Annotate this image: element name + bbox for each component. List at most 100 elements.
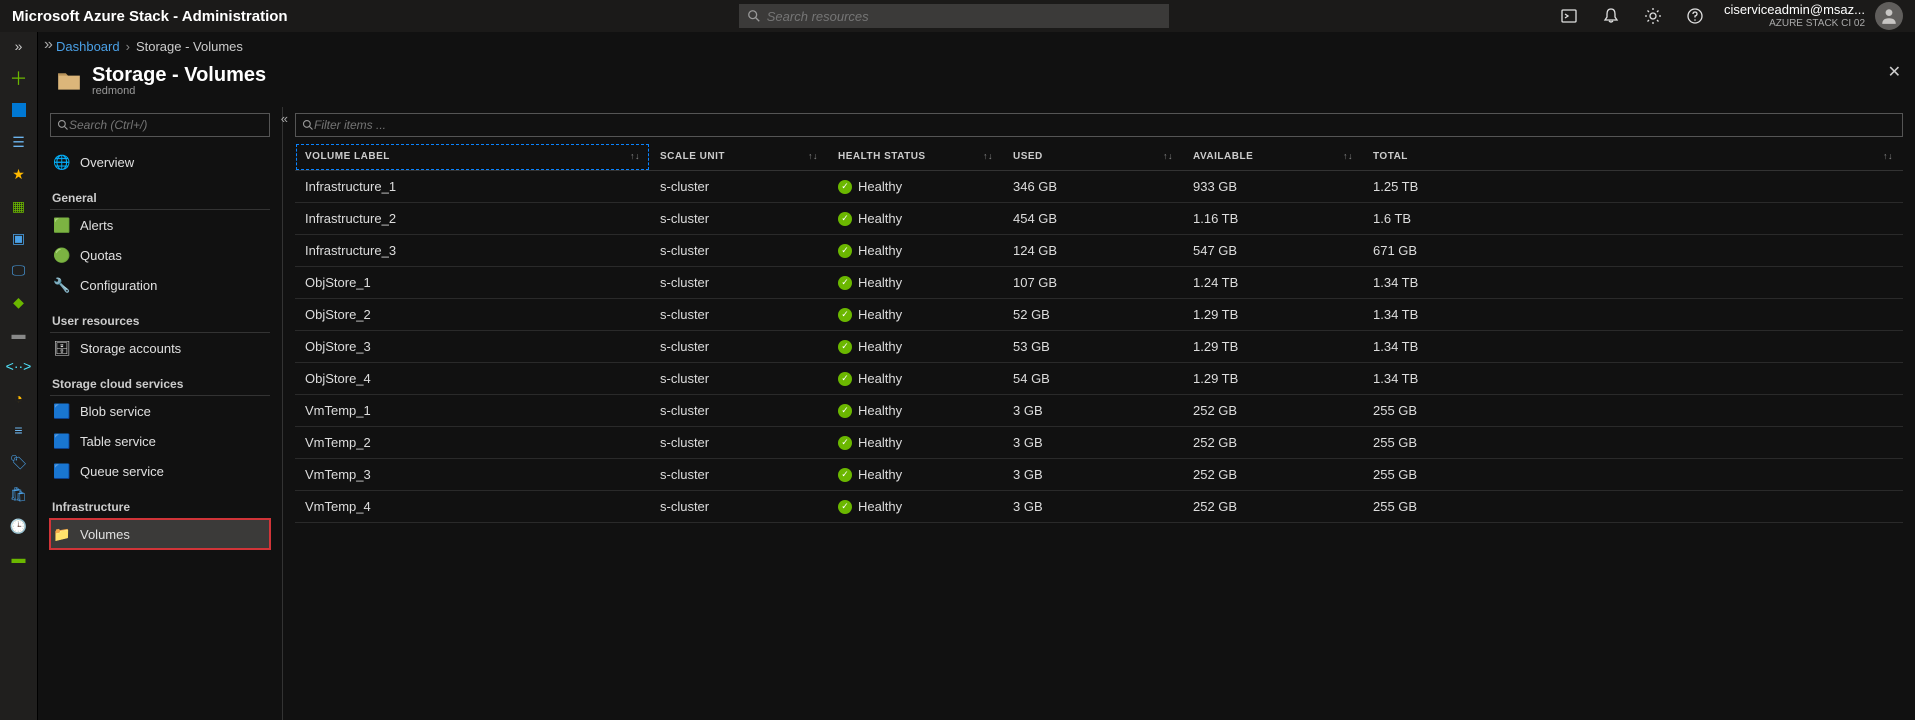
cell-available: 933 GB: [1183, 171, 1363, 203]
sidebar-item-alerts[interactable]: 🟩Alerts: [50, 210, 270, 240]
cell-total: 1.34 TB: [1363, 267, 1903, 299]
sort-icon: ↑↓: [1343, 151, 1353, 161]
rail-expand[interactable]: »: [9, 36, 29, 56]
table-row[interactable]: VmTemp_1s-clusterHealthy3 GB252 GB255 GB: [295, 395, 1903, 427]
filter-input[interactable]: [314, 118, 1896, 132]
status-ok-icon: [838, 308, 852, 322]
table-row[interactable]: ObjStore_3s-clusterHealthy53 GB1.29 TB1.…: [295, 331, 1903, 363]
user-menu[interactable]: ciserviceadmin@msaz... AZURE STACK CI 02: [1724, 2, 1903, 30]
cell-used: 53 GB: [1003, 331, 1183, 363]
rail-dashboard[interactable]: [9, 100, 29, 120]
global-search[interactable]: [739, 4, 1169, 28]
cell-scale-unit: s-cluster: [650, 299, 828, 331]
table-row[interactable]: ObjStore_4s-clusterHealthy54 GB1.29 TB1.…: [295, 363, 1903, 395]
status-ok-icon: [838, 180, 852, 194]
cell-scale-unit: s-cluster: [650, 235, 828, 267]
sidebar-item-volumes[interactable]: 📁Volumes: [50, 519, 270, 549]
table-row[interactable]: ObjStore_1s-clusterHealthy107 GB1.24 TB1…: [295, 267, 1903, 299]
sidebar-item-blob-service[interactable]: 🟦Blob service: [50, 396, 270, 426]
rail-diamond-icon[interactable]: ◆: [9, 292, 29, 312]
settings-icon[interactable]: [1644, 7, 1662, 25]
breadcrumb-root[interactable]: Dashboard: [56, 39, 120, 54]
sidebar-item-storage-accounts[interactable]: 🗄Storage accounts: [50, 333, 270, 363]
breadcrumb-current: Storage - Volumes: [136, 39, 243, 54]
sidebar-item-label: Volumes: [80, 527, 130, 542]
sidebar-search-input[interactable]: [69, 118, 263, 132]
rail-clock-icon[interactable]: 🕒: [9, 516, 29, 536]
close-blade-button[interactable]: ✕: [1888, 62, 1901, 82]
page-header: Storage - Volumes redmond ✕: [38, 60, 1915, 107]
cell-used: 124 GB: [1003, 235, 1183, 267]
filter-box[interactable]: [295, 113, 1903, 137]
cell-volume-label: ObjStore_2: [295, 299, 650, 331]
sidebar-item-quotas[interactable]: 🟢Quotas: [50, 240, 270, 270]
cell-volume-label: VmTemp_4: [295, 491, 650, 523]
rail-box-icon[interactable]: ▣: [9, 228, 29, 248]
folder-icon: [56, 68, 82, 94]
sidebar-search[interactable]: [50, 113, 270, 137]
person-icon: [1880, 7, 1898, 25]
column-volume-label[interactable]: VOLUME LABEL↑↓: [295, 143, 650, 171]
cell-available: 547 GB: [1183, 235, 1363, 267]
rail-star-icon[interactable]: ★: [9, 164, 29, 184]
sort-icon: ↑↓: [983, 151, 993, 161]
sidebar-item-overview[interactable]: 🌐 Overview: [50, 147, 270, 177]
search-icon: [57, 119, 69, 131]
rail-monitor-icon[interactable]: 🖵: [9, 260, 29, 280]
cell-health: Healthy: [828, 395, 1003, 427]
blade-sidebar: « 🌐 Overview General🟩Alerts🟢Quotas🔧Confi…: [38, 107, 283, 720]
table-row[interactable]: VmTemp_3s-clusterHealthy3 GB252 GB255 GB: [295, 459, 1903, 491]
rail-lines-icon[interactable]: ≡: [9, 420, 29, 440]
cell-available: 1.29 TB: [1183, 363, 1363, 395]
breadcrumb-expand-icon[interactable]: »: [44, 36, 53, 54]
volumes-grid: VOLUME LABEL↑↓ SCALE UNIT↑↓ HEALTH STATU…: [295, 143, 1903, 714]
sidebar-item-table-service[interactable]: 🟦Table service: [50, 426, 270, 456]
column-available[interactable]: AVAILABLE↑↓: [1183, 143, 1363, 171]
cell-health: Healthy: [828, 491, 1003, 523]
cell-scale-unit: s-cluster: [650, 267, 828, 299]
help-icon[interactable]: [1686, 7, 1704, 25]
cell-total: 255 GB: [1363, 395, 1903, 427]
rail-create[interactable]: ＋: [9, 68, 29, 88]
sidebar-item-queue-service[interactable]: 🟦Queue service: [50, 456, 270, 486]
cell-total: 1.34 TB: [1363, 331, 1903, 363]
topbar-actions: [1560, 7, 1704, 25]
page-title: Storage - Volumes: [92, 64, 266, 87]
rail-code-icon[interactable]: <··>: [9, 356, 29, 376]
avatar[interactable]: [1875, 2, 1903, 30]
cell-volume-label: VmTemp_1: [295, 395, 650, 427]
notifications-icon[interactable]: [1602, 7, 1620, 25]
sidebar-item-label: Configuration: [80, 278, 157, 293]
sidebar-section-header: General: [50, 183, 270, 210]
column-total[interactable]: TOTAL↑↓: [1363, 143, 1903, 171]
table-row[interactable]: VmTemp_2s-clusterHealthy3 GB252 GB255 GB: [295, 427, 1903, 459]
user-tenant: AZURE STACK CI 02: [1724, 18, 1865, 29]
table-row[interactable]: Infrastructure_2s-clusterHealthy454 GB1.…: [295, 203, 1903, 235]
column-used[interactable]: USED↑↓: [1003, 143, 1183, 171]
table-row[interactable]: VmTemp_4s-clusterHealthy3 GB252 GB255 GB: [295, 491, 1903, 523]
rail-stack-icon[interactable]: ▬: [9, 324, 29, 344]
table-row[interactable]: Infrastructure_3s-clusterHealthy124 GB54…: [295, 235, 1903, 267]
sidebar-item-label: Blob service: [80, 404, 151, 419]
sidebar-item-configuration[interactable]: 🔧Configuration: [50, 270, 270, 300]
cell-used: 346 GB: [1003, 171, 1183, 203]
cell-used: 107 GB: [1003, 267, 1183, 299]
rail-green-icon[interactable]: ▬: [9, 548, 29, 568]
collapse-sidebar-icon[interactable]: «: [281, 111, 288, 126]
table-row[interactable]: ObjStore_2s-clusterHealthy52 GB1.29 TB1.…: [295, 299, 1903, 331]
column-scale-unit[interactable]: SCALE UNIT↑↓: [650, 143, 828, 171]
sidebar-item-icon: 🗄: [54, 340, 70, 356]
rail-circle-icon[interactable]: ◔: [9, 388, 29, 408]
sidebar-item-label: Table service: [80, 434, 156, 449]
column-health-status[interactable]: HEALTH STATUS↑↓: [828, 143, 1003, 171]
sort-icon: ↑↓: [808, 151, 818, 161]
cell-total: 1.6 TB: [1363, 203, 1903, 235]
cell-used: 3 GB: [1003, 395, 1183, 427]
rail-bag-icon[interactable]: 🛍: [9, 484, 29, 504]
cloud-shell-icon[interactable]: [1560, 7, 1578, 25]
rail-grid-icon[interactable]: ▦: [9, 196, 29, 216]
global-search-input[interactable]: [767, 9, 1161, 24]
rail-list-icon[interactable]: ☰: [9, 132, 29, 152]
table-row[interactable]: Infrastructure_1s-clusterHealthy346 GB93…: [295, 171, 1903, 203]
rail-tag-icon[interactable]: 🏷: [9, 452, 29, 472]
